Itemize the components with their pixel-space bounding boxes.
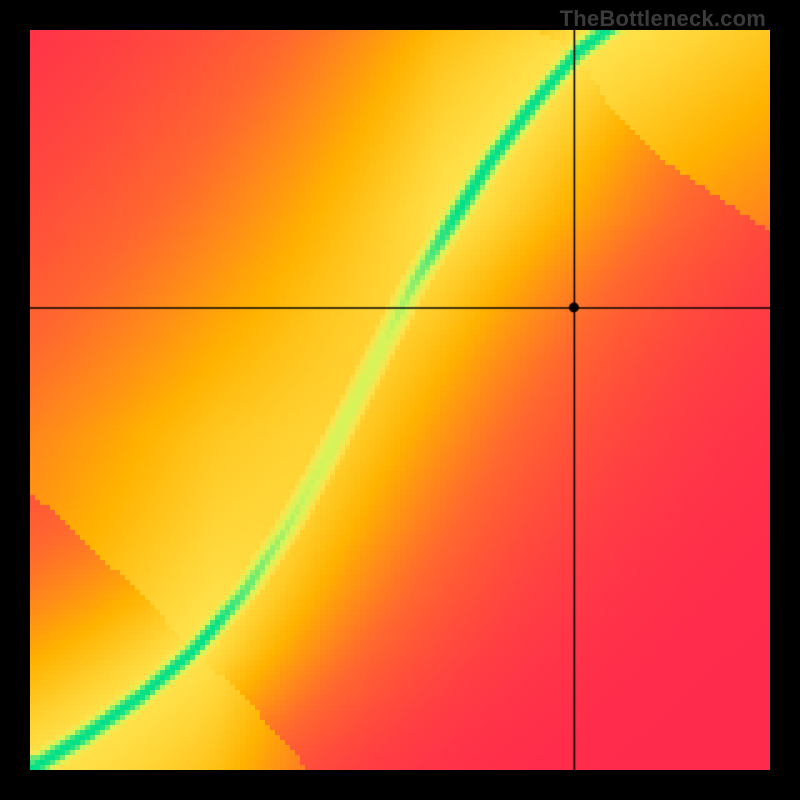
chart-frame: TheBottleneck.com <box>0 0 800 800</box>
overlay-crosshair <box>30 30 770 770</box>
watermark-text: TheBottleneck.com <box>560 6 766 32</box>
